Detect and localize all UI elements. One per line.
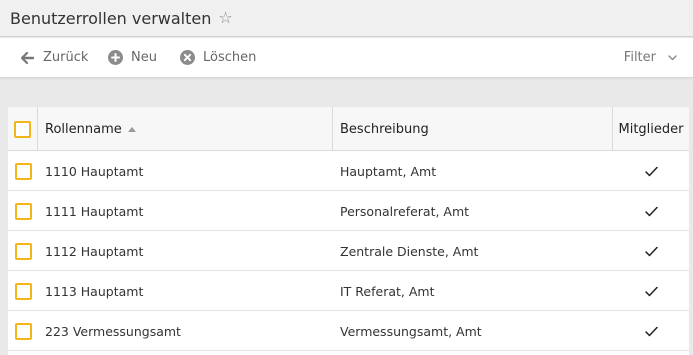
table-row[interactable]: 223 Vermessungsamt Vermessungsamt, Amt	[8, 311, 689, 351]
filter-dropdown[interactable]: Filter	[624, 38, 677, 77]
row-select-cell	[8, 151, 38, 191]
column-header-name-label: Rollenname	[45, 121, 122, 137]
table-row[interactable]: 1112 Hauptamt Zentrale Dienste, Amt	[8, 231, 689, 271]
table-row[interactable]: 1113 Hauptamt IT Referat, Amt	[8, 271, 689, 311]
role-name: 1110 Hauptamt	[45, 163, 144, 179]
toolbar: Zurück Neu Löschen Filter	[0, 38, 693, 78]
back-button-label: Zurück	[43, 50, 89, 65]
column-header-name[interactable]: Rollenname	[38, 107, 333, 151]
row-select-cell	[8, 191, 38, 231]
row-checkbox[interactable]	[14, 162, 32, 180]
role-description: Zentrale Dienste, Amt	[340, 243, 479, 259]
delete-button-label: Löschen	[203, 50, 257, 65]
delete-button[interactable]: Löschen	[180, 38, 256, 77]
column-header-members[interactable]: Mitglieder	[613, 107, 689, 151]
row-select-cell	[8, 271, 38, 311]
role-description: Vermessungsamt, Amt	[340, 323, 482, 339]
back-button[interactable]: Zurück	[21, 38, 88, 77]
row-checkbox[interactable]	[14, 202, 32, 220]
column-header-description[interactable]: Beschreibung	[333, 107, 613, 151]
role-name: 223 Vermessungsamt	[45, 323, 181, 339]
page-title: Benutzerrollen verwalten	[10, 8, 212, 28]
role-name: 1111 Hauptamt	[45, 203, 144, 219]
row-select-cell	[8, 231, 38, 271]
new-button[interactable]: Neu	[108, 38, 157, 77]
checkmark-icon	[613, 271, 689, 311]
row-checkbox[interactable]	[14, 242, 32, 260]
table-row[interactable]: 1110 Hauptamt Hauptamt, Amt	[8, 151, 689, 191]
sort-ascending-icon	[127, 126, 136, 132]
table-header: Rollenname Beschreibung Mitglieder	[8, 107, 689, 151]
filter-label: Filter	[623, 50, 656, 65]
column-header-members-label: Mitglieder	[618, 121, 684, 137]
checkmark-icon	[613, 151, 689, 191]
roles-table: Rollenname Beschreibung Mitglieder 1110 …	[8, 107, 689, 355]
arrow-left-icon	[21, 51, 34, 64]
role-name: 1112 Hauptamt	[45, 243, 144, 259]
close-circle-icon	[180, 50, 195, 65]
role-description: IT Referat, Amt	[340, 283, 435, 299]
checkmark-icon	[613, 231, 689, 271]
row-select-cell	[8, 311, 38, 351]
select-all-checkbox[interactable]	[14, 120, 31, 138]
star-icon[interactable]: ☆	[218, 10, 232, 26]
new-button-label: Neu	[131, 50, 157, 65]
plus-circle-icon	[108, 50, 123, 65]
row-checkbox[interactable]	[14, 322, 32, 340]
column-header-description-label: Beschreibung	[340, 121, 429, 137]
chevron-down-icon	[668, 54, 677, 61]
checkmark-icon	[613, 311, 689, 351]
row-checkbox[interactable]	[14, 282, 32, 300]
table-row[interactable]: 1111 Hauptamt Personalreferat, Amt	[8, 191, 689, 231]
role-name: 1113 Hauptamt	[45, 283, 144, 299]
role-description: Personalreferat, Amt	[340, 203, 470, 219]
checkmark-icon	[613, 191, 689, 231]
role-description: Hauptamt, Amt	[340, 163, 437, 179]
title-bar: Benutzerrollen verwalten ☆	[0, 0, 693, 37]
select-all-cell	[8, 107, 38, 151]
